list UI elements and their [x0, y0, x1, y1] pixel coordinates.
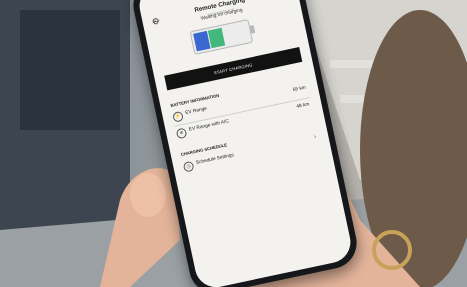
- ev-range-value: 55 km: [292, 85, 307, 94]
- ev-range-label: EV Range: [185, 106, 208, 117]
- schedule-settings-label: Schedule Settings: [195, 153, 235, 166]
- ev-range-ac-icon: ❄: [175, 127, 188, 140]
- battery-cell-green: [207, 27, 226, 49]
- photo-scene: ← Remote Charging 10 Oct 2021 9:41 ↻ ⚙ W…: [0, 0, 467, 287]
- chevron-right-icon: ›: [313, 133, 317, 141]
- start-charging-button[interactable]: START CHARGING: [164, 47, 303, 91]
- schedule-settings-row[interactable]: ◷ Schedule Settings ›: [182, 132, 320, 174]
- ev-range-ac-value: 48 km: [296, 102, 310, 110]
- ev-range-icon: ⚡: [172, 110, 184, 123]
- clock-icon: ◷: [182, 160, 195, 173]
- battery-tip: [249, 25, 256, 34]
